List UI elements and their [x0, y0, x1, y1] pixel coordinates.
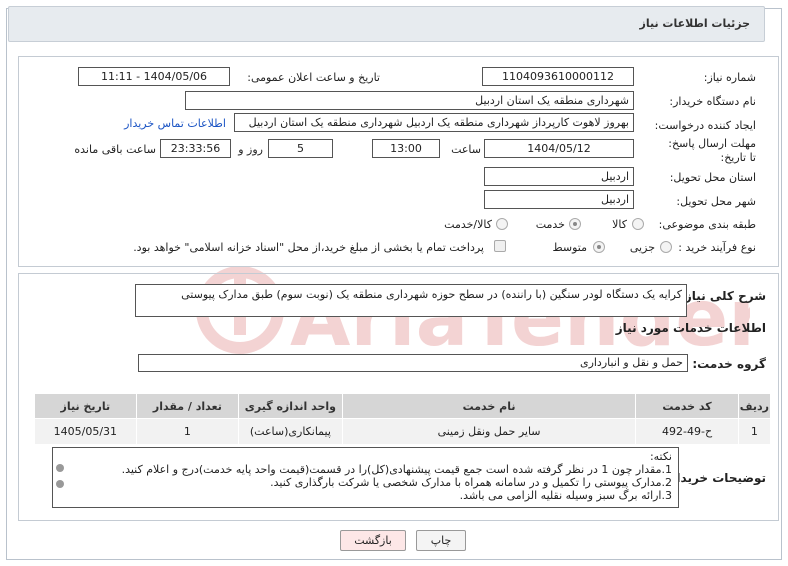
creator-label: ایجاد کننده درخواست:: [654, 119, 756, 132]
treasury-payment-checkbox[interactable]: [494, 240, 506, 252]
city-label: شهر محل تحویل:: [676, 195, 756, 208]
service-group-label: گروه خدمت:: [692, 357, 766, 371]
notes-scrollbar[interactable]: [55, 450, 65, 505]
services-section-title: اطلاعات خدمات مورد نیاز: [615, 321, 766, 335]
service-group-field: حمل و نقل و انبارداری: [138, 354, 688, 372]
time-remaining-field: 23:33:56: [160, 139, 231, 158]
note-line: 3.ارائه برگ سبز وسیله نقلیه الزامی می با…: [459, 489, 672, 502]
cell-row: 1: [737, 418, 772, 445]
buyer-contact-link[interactable]: اطلاعات تماس خریدار: [124, 117, 226, 130]
category-goods-service-label: کالا/خدمت: [444, 218, 492, 231]
page-title: جزئیات اطلاعات نیاز: [639, 17, 751, 30]
deadline-time-label: ساعت: [451, 143, 481, 156]
buyer-notes-box: نکته: 1.مقدار چون 1 در نظر گرفته شده است…: [52, 447, 679, 508]
process-label: نوع فرآیند خرید :: [678, 241, 756, 254]
category-goods-radio[interactable]: [632, 218, 644, 230]
need-number-label: شماره نیاز:: [703, 71, 756, 84]
buyer-notes-label: توضیحات خریدار:: [664, 471, 766, 485]
cell-date: 1405/05/31: [34, 418, 137, 445]
cell-name: سایر حمل ونقل زمینی: [341, 418, 637, 445]
city-field: اردبیل: [484, 190, 634, 209]
category-label: طبقه بندی موضوعی:: [658, 218, 756, 231]
note-line: نکته:: [649, 450, 672, 463]
days-label: روز و: [238, 143, 263, 156]
page-header: جزئیات اطلاعات نیاز: [8, 6, 765, 42]
col-name-header: نام خدمت: [341, 393, 637, 419]
table-row: 1 ح-49-492 سایر حمل ونقل زمینی پیمانکاری…: [34, 418, 772, 445]
scroll-dot-icon: [56, 480, 64, 488]
category-goods-label: کالا: [612, 218, 627, 231]
process-minor-radio[interactable]: [660, 241, 672, 253]
province-field: اردبیل: [484, 167, 634, 186]
province-label: استان محل تحویل:: [669, 171, 756, 184]
process-medium-label: متوسط: [552, 241, 587, 254]
announce-date-label: تاریخ و ساعت اعلان عمومی:: [247, 71, 380, 84]
deadline-date-field: 1404/05/12: [484, 139, 634, 158]
table-header-row: ردیف کد خدمت نام خدمت واحد اندازه گیری ت…: [34, 393, 772, 419]
creator-field: بهروز لاهوت کارپرداز شهرداری منطقه یک ار…: [234, 113, 634, 132]
announce-date-field: 1404/05/06 - 11:11: [78, 67, 230, 86]
category-service-radio[interactable]: [569, 218, 581, 230]
scroll-dot-icon: [56, 464, 64, 472]
note-line: 1.مقدار چون 1 در نظر گرفته شده است جمع ق…: [121, 463, 672, 476]
buyer-org-label: نام دستگاه خریدار:: [669, 95, 756, 108]
need-number-field: 1104093610000112: [482, 67, 634, 86]
print-button[interactable]: چاپ: [416, 530, 466, 551]
note-line: 2.مدارک پیوستی را تکمیل و در سامانه همرا…: [270, 476, 672, 489]
deadline-time-field: 13:00: [372, 139, 440, 158]
cell-qty: 1: [135, 418, 240, 445]
treasury-payment-note: پرداخت تمام یا بخشی از مبلغ خرید،از محل …: [133, 241, 484, 254]
col-code-header: کد خدمت: [635, 393, 739, 419]
col-row-header: ردیف: [737, 393, 772, 419]
category-service-label: خدمت: [535, 218, 565, 231]
process-minor-label: جزیی: [629, 241, 655, 254]
services-table: ردیف کد خدمت نام خدمت واحد اندازه گیری ت…: [34, 393, 772, 445]
col-qty-header: تعداد / مقدار: [135, 393, 240, 419]
category-goods-service-radio[interactable]: [496, 218, 508, 230]
cell-code: ح-49-492: [635, 418, 739, 445]
col-unit-header: واحد اندازه گیری: [238, 393, 343, 419]
buyer-org-field: شهرداری منطقه یک استان اردبیل: [185, 91, 634, 110]
back-button[interactable]: بازگشت: [340, 530, 406, 551]
days-remaining-field: 5: [268, 139, 333, 158]
process-medium-radio[interactable]: [593, 241, 605, 253]
cell-unit: پیمانکاری(ساعت): [238, 418, 343, 445]
need-summary-text: کرایه یک دستگاه لودر سنگین (با راننده) د…: [181, 288, 682, 301]
time-remaining-label: ساعت باقی مانده: [74, 143, 156, 156]
deadline-label: مهلت ارسال پاسخ: تا تاریخ:: [668, 137, 756, 164]
need-summary-label: شرح کلی نیاز:: [680, 289, 766, 303]
need-summary-field: کرایه یک دستگاه لودر سنگین (با راننده) د…: [135, 284, 687, 317]
col-date-header: تاریخ نیاز: [34, 393, 137, 419]
